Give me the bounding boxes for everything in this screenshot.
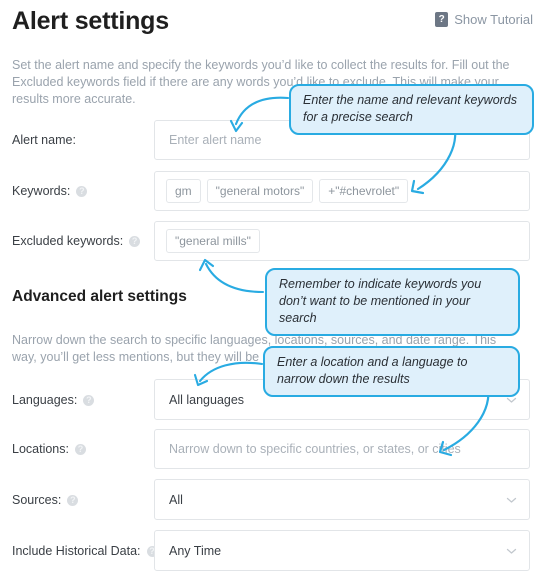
tutorial-callout-excluded-keywords: Remember to indicate keywords you don’t … (265, 268, 520, 336)
sources-select[interactable]: All (154, 479, 530, 520)
locations-label-text: Locations: (12, 442, 69, 456)
keyword-tag[interactable]: gm (166, 179, 201, 203)
tutorial-callout-alert-name: Enter the name and relevant keywords for… (289, 84, 534, 135)
field-row-sources: Sources: ? All (0, 479, 543, 520)
historical-data-select[interactable]: Any Time (154, 530, 530, 571)
show-tutorial-label: Show Tutorial (454, 12, 533, 27)
chevron-down-icon (506, 545, 517, 556)
languages-value: All languages (169, 392, 245, 407)
page-title: Alert settings (12, 7, 169, 35)
show-tutorial-button[interactable]: ? Show Tutorial (435, 12, 533, 27)
historical-data-label-text: Include Historical Data: (12, 544, 141, 558)
keywords-label: Keywords: ? (12, 184, 88, 198)
keyword-tag[interactable]: +"#chevrolet" (319, 179, 409, 203)
field-row-locations: Locations: ? Narrow down to specific cou… (0, 429, 543, 469)
historical-data-label: Include Historical Data: ? (12, 544, 158, 558)
keywords-input[interactable]: gm "general motors" +"#chevrolet" (154, 171, 530, 211)
sources-value: All (169, 492, 183, 507)
question-mark-icon: ? (435, 12, 449, 27)
sources-label-text: Sources: (12, 493, 62, 507)
field-row-historical-data: Include Historical Data: ? Any Time (0, 530, 543, 571)
field-row-excluded-keywords: Excluded keywords: ? "general mills" (0, 221, 543, 261)
languages-label-text: Languages: (12, 393, 78, 407)
excluded-keywords-input[interactable]: "general mills" (154, 221, 530, 261)
help-icon[interactable]: ? (76, 185, 88, 197)
locations-input[interactable]: Narrow down to specific countries, or st… (154, 429, 530, 469)
advanced-settings-heading: Advanced alert settings (12, 288, 187, 305)
field-row-keywords: Keywords: ? gm "general motors" +"#chevr… (0, 171, 543, 211)
locations-placeholder: Narrow down to specific countries, or st… (169, 442, 461, 456)
tutorial-callout-location-language: Enter a location and a language to narro… (263, 346, 520, 397)
excluded-keyword-tag[interactable]: "general mills" (166, 229, 260, 253)
help-icon[interactable]: ? (83, 394, 95, 406)
locations-label: Locations: ? (12, 442, 86, 456)
keywords-label-text: Keywords: (12, 184, 71, 198)
page-header: Alert settings ? Show Tutorial (12, 6, 533, 40)
excluded-keywords-label: Excluded keywords: ? (12, 234, 141, 248)
sources-label: Sources: ? (12, 493, 79, 507)
languages-label: Languages: ? (12, 393, 95, 407)
chevron-down-icon (506, 494, 517, 505)
help-icon[interactable]: ? (74, 443, 86, 455)
alert-settings-page: Alert settings ? Show Tutorial Set the a… (0, 0, 543, 581)
keyword-tag[interactable]: "general motors" (206, 179, 314, 203)
historical-data-value: Any Time (169, 543, 222, 558)
help-icon[interactable]: ? (129, 235, 141, 247)
alert-name-label-text: Alert name: (12, 133, 76, 147)
alert-name-label: Alert name: (12, 133, 76, 147)
help-icon[interactable]: ? (67, 494, 79, 506)
excluded-keywords-label-text: Excluded keywords: (12, 234, 124, 248)
alert-name-placeholder: Enter alert name (169, 133, 262, 147)
